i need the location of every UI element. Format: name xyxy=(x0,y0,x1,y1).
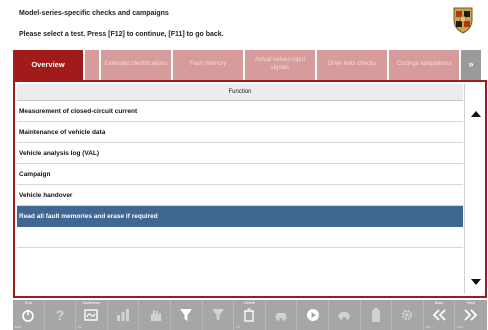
funnel-icon xyxy=(211,309,224,321)
next-fkey: F12 xyxy=(457,325,463,329)
funnel-button[interactable] xyxy=(203,300,235,330)
back-icon xyxy=(432,309,446,321)
tab-fault-memory[interactable]: Fault memory xyxy=(173,50,243,80)
back-label: Back xyxy=(434,301,444,305)
delete-label: Delete xyxy=(243,301,255,305)
end-label: End xyxy=(24,301,32,305)
help-button[interactable]: ? xyxy=(45,300,77,330)
multimeter-icon xyxy=(84,309,99,321)
list-item-campaign[interactable]: Campaign xyxy=(17,164,463,185)
power-icon xyxy=(22,309,35,322)
play-icon xyxy=(306,309,319,321)
delete-fkey: F8 xyxy=(236,325,240,329)
play-button[interactable] xyxy=(297,300,329,330)
filter-button[interactable] xyxy=(171,300,203,330)
list-item-vehicle-data[interactable]: Maintenance of vehicle data xyxy=(17,122,463,143)
function-list-panel: Function Measurement of closed-circuit c… xyxy=(13,80,487,298)
end-fkey: ESC xyxy=(15,325,22,329)
hand-icon xyxy=(150,310,161,321)
tab-drive-links[interactable]: Drive links checks xyxy=(317,50,387,80)
list-item-vehicle-analysis-log[interactable]: Vehicle analysis log (VAL) xyxy=(17,143,463,164)
hand-button[interactable] xyxy=(139,300,171,330)
tab-bar: Overview Extended identifications Fault … xyxy=(13,50,487,80)
list-item-closed-circuit-current[interactable]: Measurement of closed-circuit current xyxy=(17,101,463,122)
delete-button[interactable]: Delete F8 xyxy=(234,300,266,330)
page-title: Model-series-specific checks and campaig… xyxy=(19,10,169,17)
list-item-read-fault-memories[interactable]: Read all fault memories and erase if req… xyxy=(17,206,463,227)
multimeter-label: Multimeter xyxy=(82,301,101,305)
next-icon xyxy=(464,309,478,321)
back-button[interactable]: Back F11 xyxy=(424,300,456,330)
scroll-down-button[interactable] xyxy=(465,272,486,292)
tab-blank[interactable] xyxy=(85,50,99,80)
function-key-toolbar: End ESC ? Multimeter F1 Delete F8 Back F… xyxy=(13,300,487,330)
vehicle-button[interactable] xyxy=(329,300,361,330)
next-button[interactable]: Next F12 xyxy=(455,300,487,330)
function-list: Function Measurement of closed-circuit c… xyxy=(17,84,463,294)
filter-icon xyxy=(180,309,193,321)
gear-icon xyxy=(402,309,413,321)
vehicle-icon xyxy=(338,312,351,320)
tab-codings-adaptations[interactable]: Codings adaptations xyxy=(389,50,459,80)
triangle-down-icon xyxy=(470,279,481,285)
battery-icon xyxy=(371,308,380,322)
list-item-vehicle-handover[interactable]: Vehicle handover xyxy=(17,185,463,206)
chart-button[interactable] xyxy=(108,300,140,330)
tab-extended-identifications[interactable]: Extended identifications xyxy=(101,50,171,80)
list-item-empty xyxy=(17,248,463,269)
car-button[interactable] xyxy=(266,300,298,330)
multimeter-fkey: F1 xyxy=(78,325,82,329)
page-instruction: Please select a test. Press [F12] to con… xyxy=(19,31,224,38)
svg-text:?: ? xyxy=(56,307,65,323)
help-icon: ? xyxy=(56,307,65,323)
list-scrollbar[interactable] xyxy=(464,84,485,294)
trash-icon xyxy=(244,308,255,322)
chart-icon xyxy=(117,309,130,321)
tab-more-button[interactable]: » xyxy=(461,50,481,80)
end-button[interactable]: End ESC xyxy=(13,300,45,330)
triangle-up-icon xyxy=(470,111,481,117)
tab-actual-values[interactable]: Actual values input signals xyxy=(245,50,315,80)
back-fkey: F11 xyxy=(425,325,431,329)
list-item-empty xyxy=(17,227,463,248)
tab-overview[interactable]: Overview xyxy=(13,50,83,80)
battery-button[interactable] xyxy=(361,300,393,330)
car-icon xyxy=(275,313,288,321)
column-header-function: Function xyxy=(17,84,463,101)
gear-button[interactable] xyxy=(392,300,424,330)
next-label: Next xyxy=(467,301,476,305)
scroll-up-button[interactable] xyxy=(465,104,486,124)
brand-crest-icon xyxy=(453,7,473,34)
multimeter-button[interactable]: Multimeter F1 xyxy=(76,300,108,330)
